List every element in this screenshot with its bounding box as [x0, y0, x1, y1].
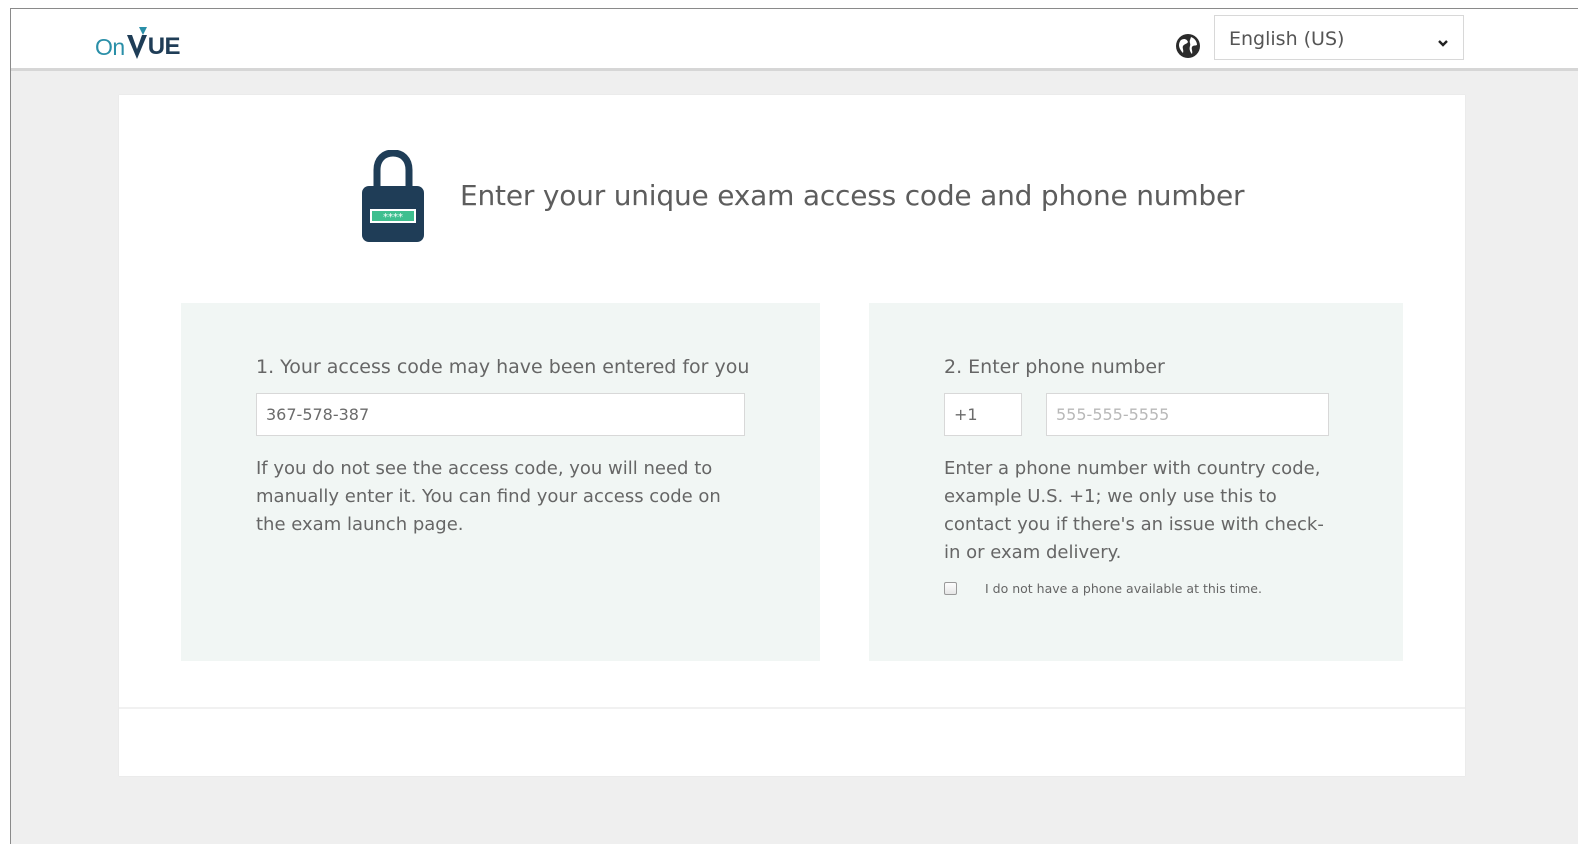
globe-icon — [1175, 33, 1201, 59]
card-footer-divider — [119, 707, 1465, 709]
help-line: in or exam delivery. — [944, 542, 1122, 563]
no-phone-label[interactable]: I do not have a phone available at this … — [985, 581, 1262, 596]
page-title: Enter your unique exam access code and p… — [460, 179, 1245, 212]
help-line: manually enter it. You can find your acc… — [256, 486, 721, 507]
chevron-down-icon — [1437, 32, 1449, 47]
browser-viewport: On UE English (US) **** Enter your uniqu… — [10, 8, 1578, 844]
help-line: the exam launch page. — [256, 514, 464, 535]
language-select[interactable]: English (US) — [1214, 15, 1464, 60]
logo-text-ue: UE — [147, 33, 181, 60]
help-line: If you do not see the access code, you w… — [256, 458, 713, 479]
exam-access-card: **** Enter your unique exam access code … — [119, 95, 1465, 776]
phone-label: 2. Enter phone number — [944, 356, 1165, 378]
access-code-input[interactable]: 367-578-387 — [256, 393, 745, 436]
help-line: example U.S. +1; we only use this to — [944, 486, 1277, 507]
phone-panel: 2. Enter phone number +1 555-555-5555 En… — [869, 303, 1403, 661]
access-code-help-text: If you do not see the access code, you w… — [256, 455, 756, 539]
padlock-code-icon: **** — [362, 149, 424, 242]
logo-text-on: On — [95, 34, 125, 60]
top-header: On UE English (US) — [11, 9, 1578, 71]
access-code-label: 1. Your access code may have been entere… — [256, 356, 750, 378]
access-code-panel: 1. Your access code may have been entere… — [181, 303, 820, 661]
no-phone-checkbox[interactable] — [944, 582, 957, 595]
phone-help-text: Enter a phone number with country code, … — [944, 455, 1364, 567]
logo-v-mark-icon — [125, 27, 149, 61]
no-phone-option: I do not have a phone available at this … — [944, 581, 1262, 596]
language-selected-value: English (US) — [1229, 28, 1345, 50]
svg-text:****: **** — [383, 212, 403, 223]
help-line: contact you if there's an issue with che… — [944, 514, 1324, 535]
onvue-logo: On UE — [95, 21, 181, 61]
phone-number-input[interactable]: 555-555-5555 — [1046, 393, 1329, 436]
help-line: Enter a phone number with country code, — [944, 458, 1321, 479]
country-code-input[interactable]: +1 — [944, 393, 1022, 436]
